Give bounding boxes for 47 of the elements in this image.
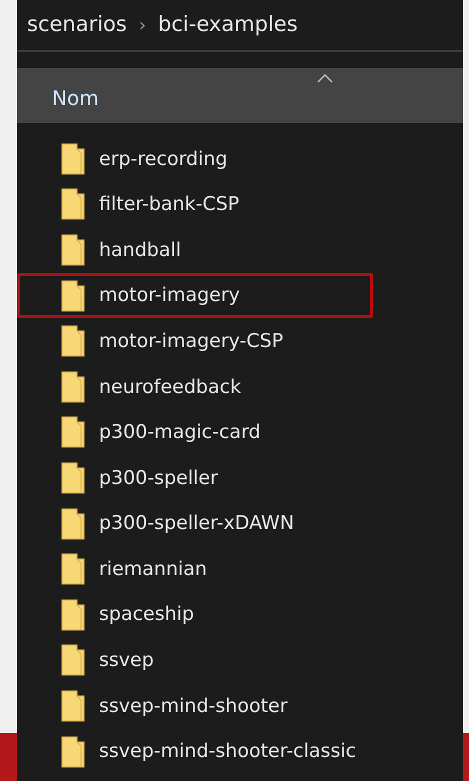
folder-icon [61,280,85,312]
folder-name: ssvep [99,648,154,674]
folder-name: p300-magic-card [99,420,261,446]
folder-name: ssvep-mind-shooter [99,694,288,719]
folder-icon [61,188,85,220]
folder-row[interactable]: handball [17,227,373,273]
folder-row[interactable]: ssvep [17,638,373,684]
column-header[interactable]: Nom [17,68,463,123]
folder-icon [61,598,85,631]
folder-row[interactable]: erp-recording [17,136,373,182]
folder-icon [61,234,85,266]
folder-name: erp-recording [99,146,228,172]
folder-icon [61,416,85,448]
folder-name: p300-speller-xDAWN [99,511,294,536]
folder-row[interactable]: filter-bank-CSP [17,182,373,228]
folder-row[interactable]: spaceship [17,592,373,638]
folder-name: p300-speller [99,466,218,491]
folder-row[interactable]: p300-speller [17,455,373,501]
folder-icon [61,142,85,175]
folder-row[interactable]: p300-magic-card [17,410,373,456]
folder-name: spaceship [99,602,194,628]
folder-icon [61,736,85,768]
folder-name: motor-imagery-CSP [99,328,284,354]
folder-name: handball [99,238,182,263]
folder-icon [61,370,85,403]
folder-name: neurofeedback [99,374,242,400]
breadcrumb-item[interactable]: bci-examples [158,9,298,41]
folder-name: motor-imagery [99,283,240,308]
folder-name: filter-bank-CSP [99,192,240,218]
folder-row[interactable]: riemannian [17,546,373,592]
folder-name: riemannian [99,556,207,582]
folder-row[interactable]: p300-speller-xDAWN [17,500,373,546]
folder-row[interactable]: ssvep-mind-shooter [17,683,373,729]
folder-icon [61,508,85,540]
folder-row[interactable]: motor-imagery-CSP [17,318,373,364]
column-header-label: Nom [52,85,99,112]
folder-row[interactable]: neurofeedback [17,364,373,410]
folder-row[interactable]: ssvep-mind-shooter-classic [17,728,373,774]
folder-icon [61,644,85,676]
folder-icon [61,325,85,358]
breadcrumb-separator: › [138,14,146,38]
folder-name: ssvep-mind-shooter-classic [99,739,356,764]
folder-icon [61,553,85,586]
folder-row[interactable]: motor-imagery [17,272,373,318]
breadcrumb-item[interactable]: scenarios [27,9,127,41]
folder-icon [61,690,85,722]
folder-icon [61,462,85,494]
